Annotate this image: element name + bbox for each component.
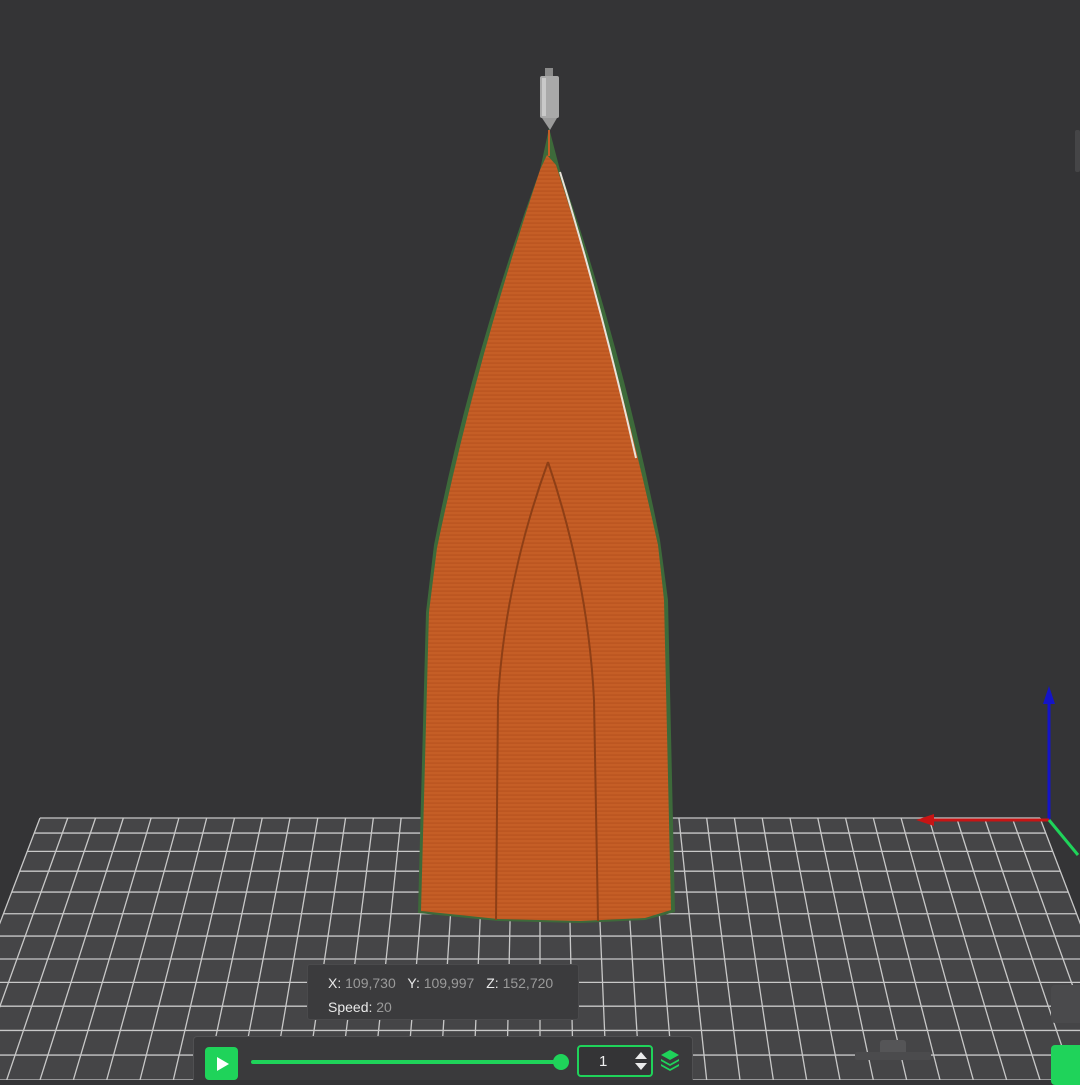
side-button[interactable] <box>1051 985 1080 1023</box>
playback-bar: 1 <box>193 1036 693 1080</box>
action-button[interactable] <box>1051 1045 1080 1085</box>
z-value: 152,720 <box>502 975 554 991</box>
play-button[interactable] <box>205 1047 238 1080</box>
progress-slider-thumb[interactable] <box>553 1054 569 1070</box>
speed-readout: Speed: 20 <box>328 999 400 1015</box>
z-label: Z: <box>486 975 499 991</box>
y-value: 109,997 <box>423 975 475 991</box>
model-body <box>421 155 671 921</box>
progress-slider-track[interactable] <box>251 1060 561 1064</box>
speed-label: Speed: <box>328 999 373 1015</box>
up-down-spinner-icon[interactable] <box>633 1049 649 1073</box>
right-panel-handle[interactable] <box>1075 130 1080 172</box>
print-preview-scene[interactable] <box>0 0 1080 1080</box>
position-readout: X: 109,730 Y: 109,997 Z: 152,720 <box>328 975 561 991</box>
print-nozzle-icon <box>540 68 559 156</box>
printed-model[interactable] <box>418 128 675 923</box>
3d-viewport[interactable]: X: 109,730 Y: 109,997 Z: 152,720 Speed: … <box>0 0 1080 1085</box>
x-value: 109,730 <box>345 975 396 991</box>
layers-icon[interactable] <box>660 1049 680 1071</box>
x-label: X: <box>328 975 342 991</box>
y-label: Y: <box>407 975 420 991</box>
play-icon <box>217 1057 229 1071</box>
toolhead-info-panel: X: 109,730 Y: 109,997 Z: 152,720 Speed: … <box>307 964 579 1020</box>
speed-value: 20 <box>376 999 392 1015</box>
layer-number-value: 1 <box>599 1053 608 1070</box>
layer-number-input[interactable]: 1 <box>577 1045 653 1077</box>
